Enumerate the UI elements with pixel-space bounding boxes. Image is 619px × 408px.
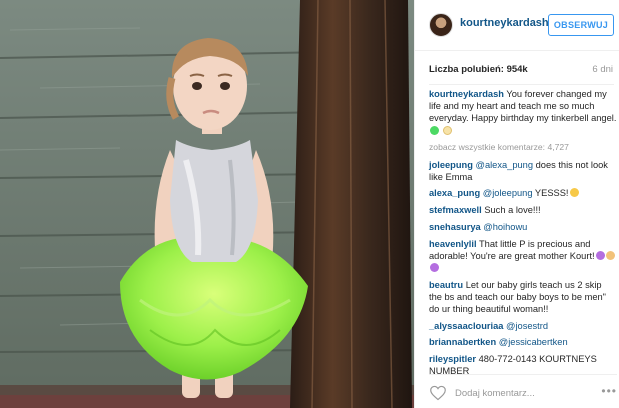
more-options-icon[interactable]: •••: [601, 384, 617, 398]
purple-heart-icon: [595, 250, 605, 260]
post-time[interactable]: 6 dni: [592, 64, 613, 75]
likes-row: Liczba polubień: 954k 6 dni: [429, 64, 615, 78]
comment-username[interactable]: stefmaxwell: [429, 205, 482, 215]
green-heart-icon: [430, 125, 439, 135]
comment-username[interactable]: briannabertken: [429, 337, 496, 347]
follow-button[interactable]: OBSERWUJ: [548, 14, 614, 36]
comment-username[interactable]: rileyspitler: [429, 354, 476, 364]
comment: _alyssaaclouriaa @josestrd: [429, 320, 617, 332]
post-photo[interactable]: [0, 0, 414, 408]
comment-username[interactable]: beautru: [429, 280, 463, 290]
comment-username[interactable]: _alyssaaclouriaa: [429, 321, 503, 331]
comment-text: Such a love!!!: [484, 205, 541, 216]
comment-mention[interactable]: @josestrd: [506, 321, 548, 331]
purple-heart-icon: [430, 262, 439, 272]
comments-list: kourtneykardash You forever changed my l…: [429, 88, 617, 382]
post-header: kourtneykardash OBSERWUJ: [415, 0, 619, 51]
comment-mention[interactable]: @hoihowu: [483, 222, 527, 232]
comment-mention[interactable]: @jessicabertken: [499, 337, 568, 347]
comment-mention[interactable]: @alexa_pung: [476, 160, 534, 170]
comment: stefmaxwell Such a love!!!: [429, 204, 617, 216]
post-username[interactable]: kourtneykardash: [460, 17, 549, 29]
comment-username[interactable]: heavenlylil: [429, 239, 477, 249]
comment: beautru Let our baby girls teach us 2 sk…: [429, 279, 617, 316]
post-side-panel: kourtneykardash OBSERWUJ Liczba polubień…: [414, 0, 619, 408]
comment: snehasurya @hoihowu: [429, 221, 617, 233]
likes-count[interactable]: Liczba polubień: 954k: [429, 64, 528, 75]
comment: alexa_pung @joleepung YESSS!: [429, 187, 617, 199]
thumbs-up-icon: [605, 250, 615, 260]
comment-username[interactable]: alexa_pung: [429, 188, 480, 198]
scream-emoji-icon: [569, 188, 579, 198]
comment: joleepung @alexa_pung does this not look…: [429, 159, 617, 183]
heart-icon[interactable]: [429, 385, 447, 401]
comment-footer: •••: [429, 374, 617, 408]
add-comment-input[interactable]: [455, 384, 585, 402]
caption: kourtneykardash You forever changed my l…: [429, 88, 617, 137]
comment-username[interactable]: snehasurya: [429, 222, 481, 232]
comment-text: YESSS!: [532, 188, 569, 199]
comment: heavenlylil That little P is precious an…: [429, 238, 617, 275]
divider: [429, 84, 614, 85]
comment-mention[interactable]: @joleepung: [483, 188, 533, 198]
comment-username[interactable]: joleepung: [429, 160, 473, 170]
kiss-icon: [442, 125, 452, 135]
comment: briannabertken @jessicabertken: [429, 336, 617, 348]
caption-username[interactable]: kourtneykardash: [429, 89, 504, 99]
load-more-comments[interactable]: zobacz wszystkie komentarze: 4,727: [429, 141, 617, 153]
avatar[interactable]: [429, 13, 453, 37]
photo-image: [0, 0, 414, 408]
